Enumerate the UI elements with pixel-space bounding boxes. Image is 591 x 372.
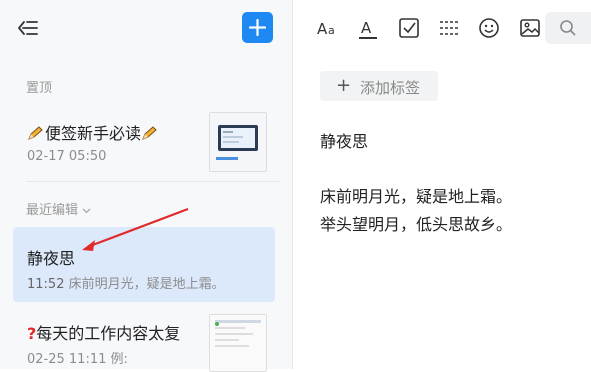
- note-preview: 例:: [110, 352, 128, 367]
- divider-icon[interactable]: [437, 16, 461, 40]
- note-list-sidebar: 置顶 便签新手必读 02-17 05:50 最近编辑 静夜思 11:52 床前明…: [0, 0, 293, 372]
- note-thumbnail: [209, 112, 267, 172]
- note-date: 02-17 05:50: [27, 149, 107, 164]
- svg-text:a: a: [328, 24, 335, 37]
- section-divider: [26, 181, 280, 182]
- search-input[interactable]: [545, 12, 591, 44]
- checkbox-icon[interactable]: [397, 16, 421, 40]
- pencil-emoji-icon: [141, 125, 159, 141]
- note-body-line[interactable]: 床前明月光，疑是地上霜。: [320, 183, 512, 207]
- svg-text:A: A: [317, 20, 328, 38]
- note-preview: 床前明月光，疑是地上霜。: [68, 277, 225, 292]
- font-color-icon[interactable]: A: [356, 16, 380, 40]
- note-title: 每天的工作内容太复: [36, 324, 181, 343]
- note-item[interactable]: ?每天的工作内容太复 02-25 11:11 例:: [13, 312, 275, 372]
- search-icon: [560, 20, 576, 36]
- note-time: 11:52: [27, 277, 65, 292]
- note-body-line[interactable]: 举头望明月，低头思故乡。: [320, 211, 512, 235]
- recent-section-label[interactable]: 最近编辑: [26, 199, 91, 218]
- selected-note-item[interactable]: 静夜思 11:52 床前明月光，疑是地上霜。: [13, 227, 275, 302]
- pinned-note-item[interactable]: 便签新手必读 02-17 05:50: [13, 110, 275, 176]
- note-date: 02-25 11:11: [27, 352, 107, 367]
- plus-icon: +: [336, 75, 352, 96]
- image-icon[interactable]: [518, 16, 542, 40]
- note-thumbnail: [209, 314, 267, 372]
- plus-icon: [249, 19, 266, 36]
- sidebar-header: [0, 0, 292, 56]
- collapse-sidebar-icon[interactable]: [14, 14, 42, 42]
- note-title: 静夜思: [27, 249, 76, 268]
- note-title: 便签新手必读: [45, 124, 142, 143]
- question-mark-icon: ?: [27, 324, 37, 343]
- new-note-button[interactable]: [242, 12, 273, 43]
- font-size-icon[interactable]: Aa: [316, 16, 340, 40]
- pinned-section-label: 置顶: [26, 81, 53, 96]
- note-heading[interactable]: 静夜思: [320, 128, 368, 152]
- chevron-down-icon: [82, 203, 91, 218]
- add-tag-button[interactable]: + 添加标签: [320, 71, 438, 101]
- svg-text:A: A: [361, 19, 372, 37]
- pencil-emoji-icon: [27, 125, 45, 141]
- emoji-icon[interactable]: [477, 16, 501, 40]
